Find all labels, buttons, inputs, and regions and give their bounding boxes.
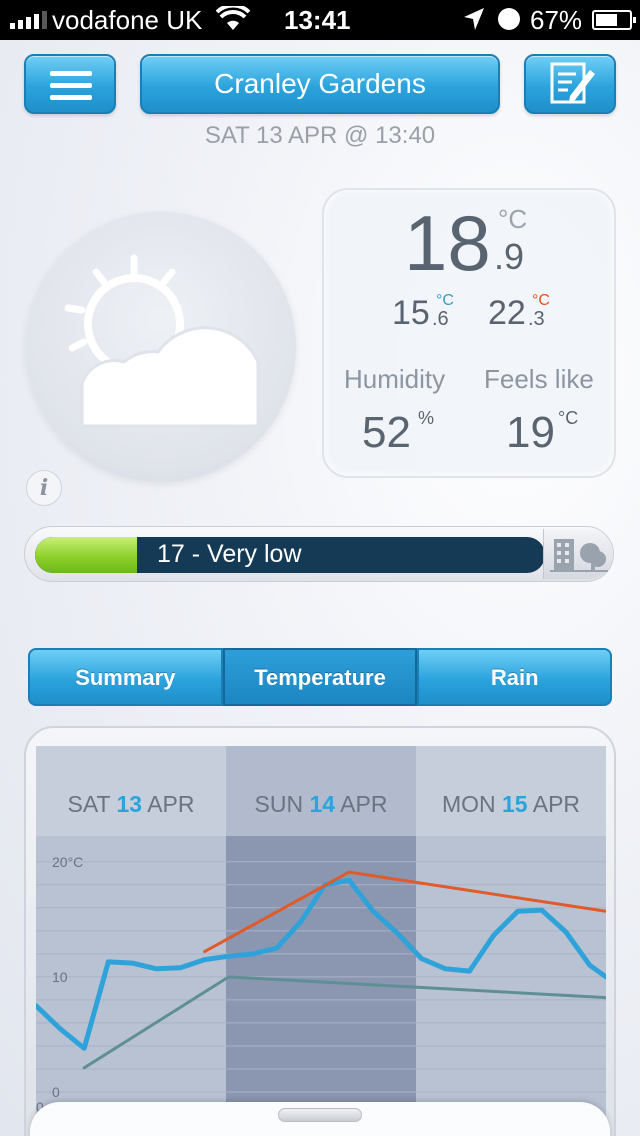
- info-button[interactable]: i: [26, 470, 62, 506]
- day-header: SAT 13 APR: [67, 791, 194, 817]
- feels-like-value: 19: [506, 408, 555, 457]
- max-temp-decimal: .3: [528, 308, 545, 330]
- feels-like-label: Feels like: [484, 364, 594, 394]
- location-arrow-icon: [464, 8, 484, 30]
- status-time: 13:41: [284, 5, 351, 35]
- max-temp-unit: °C: [532, 292, 550, 309]
- bottom-sheet[interactable]: [30, 1102, 610, 1136]
- alarm-clock-icon: [498, 8, 520, 30]
- sheet-handle[interactable]: [278, 1108, 362, 1122]
- location-title: Cranley Gardens: [214, 68, 426, 99]
- min-temp-whole: 15: [392, 294, 430, 332]
- location-button[interactable]: Cranley Gardens: [140, 54, 500, 114]
- tab-rain[interactable]: Rain: [417, 648, 613, 706]
- y-tick-label: 10: [52, 969, 68, 985]
- humidity-label: Humidity: [344, 364, 446, 394]
- current-temp-decimal: .9: [494, 236, 525, 277]
- air-quality-track: 17 - Very low: [35, 537, 545, 573]
- day-header: SUN 14 APR: [255, 791, 388, 817]
- current-conditions-panel: 18 .9 °C 15 .6 °C 22 .3 °C Humidity Feel…: [322, 188, 616, 478]
- min-temp-unit: °C: [436, 292, 454, 309]
- temperature-chart-area[interactable]: SAT 13 APR SUN 14 APR MON 15 APR 20°C 10 0 0…: [36, 746, 606, 1136]
- air-quality-bar: 17 - Very low: [24, 526, 614, 582]
- feels-like-unit: °C: [558, 408, 579, 428]
- weather-app: Cranley Gardens SAT 13 APR @ 13:40 i 18 …: [0, 40, 640, 1136]
- air-quality-fill: [35, 537, 137, 573]
- max-temp-whole: 22: [488, 294, 526, 332]
- menu-button[interactable]: [24, 54, 116, 114]
- city-tree-icon: [550, 539, 608, 572]
- y-tick-label: 20°C: [52, 854, 83, 870]
- signal-strength-icon: [10, 11, 47, 29]
- edit-note-icon: [550, 62, 595, 104]
- air-quality-label: 17 - Very low: [157, 540, 302, 568]
- tab-temperature[interactable]: Temperature: [222, 648, 418, 706]
- edit-button[interactable]: [524, 54, 616, 114]
- battery-percent: 67%: [530, 5, 583, 35]
- info-icon: i: [39, 475, 49, 501]
- min-temp-decimal: .6: [432, 308, 449, 330]
- day-header: MON 15 APR: [442, 791, 580, 817]
- humidity-unit: %: [418, 408, 435, 428]
- current-temp-whole: 18: [404, 199, 491, 287]
- current-temp-unit: °C: [498, 204, 528, 234]
- humidity-value: 52: [362, 408, 411, 457]
- observation-datetime: SAT 13 APR @ 13:40: [204, 122, 436, 149]
- temperature-chart[interactable]: SAT 13 APR SUN 14 APR MON 15 APR 20°C100 0…: [36, 746, 606, 1136]
- tab-summary[interactable]: Summary: [28, 648, 223, 706]
- view-tabs: Summary Temperature Rain: [28, 648, 613, 706]
- carrier-name: vodafone UK: [52, 5, 203, 35]
- battery-icon: [592, 10, 636, 30]
- environment-button[interactable]: [543, 529, 613, 579]
- partly-cloudy-icon: [64, 254, 260, 428]
- y-tick-label: 0: [52, 1084, 60, 1100]
- status-bar: vodafone UK 13:41 67%: [0, 0, 640, 40]
- wifi-icon: [216, 6, 250, 30]
- condition-circle: [26, 212, 296, 482]
